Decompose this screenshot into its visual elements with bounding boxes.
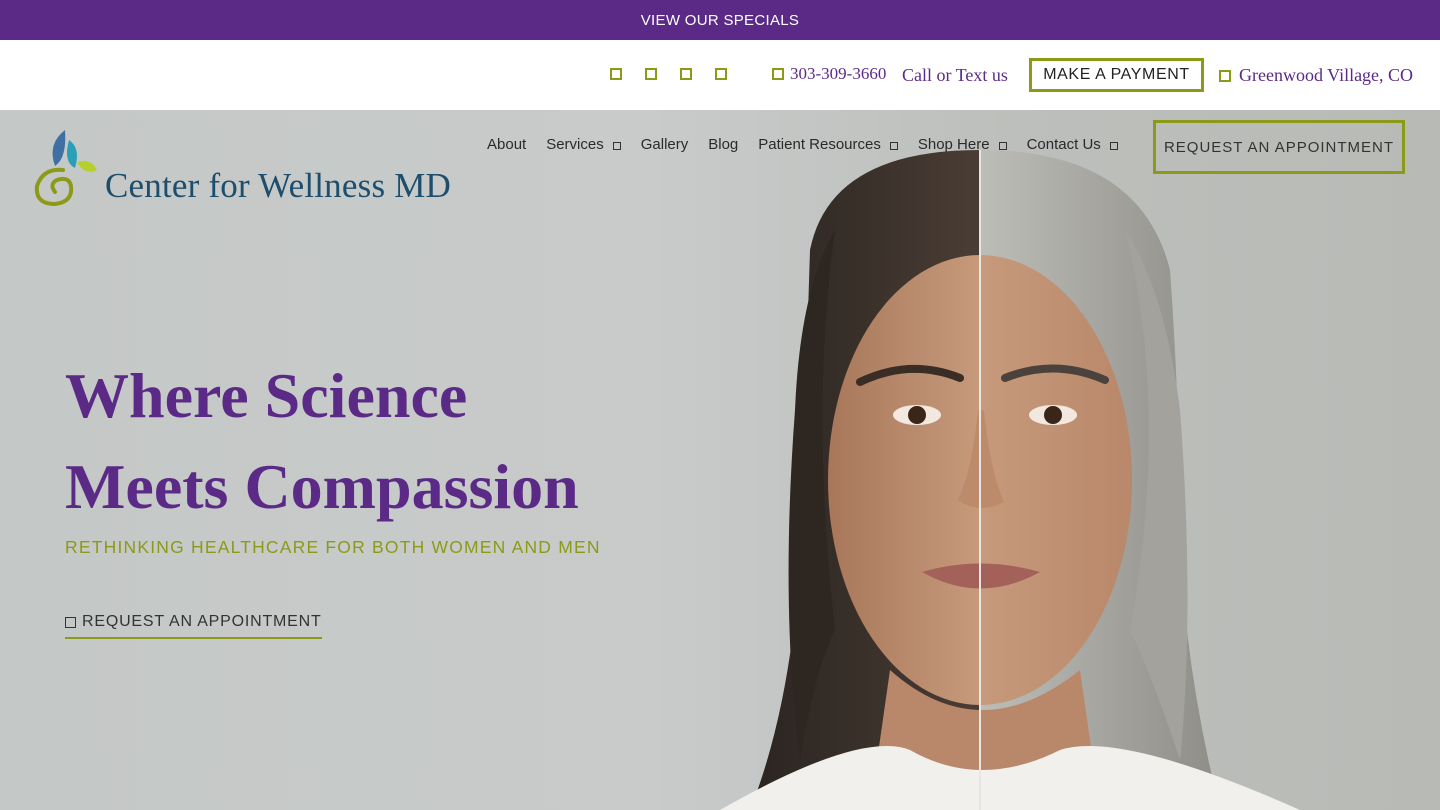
nav-item-gallery[interactable]: Gallery (641, 136, 689, 153)
nav-label: Services (546, 136, 604, 153)
nav-item-services[interactable]: Services (546, 136, 621, 153)
social-links (610, 68, 727, 80)
hero-heading: Where Science Meets Compassion (65, 350, 579, 532)
nav-item-blog[interactable]: Blog (708, 136, 738, 153)
dropdown-icon[interactable] (612, 142, 621, 150)
cta-label: REQUEST AN APPOINTMENT (82, 613, 322, 630)
request-appointment-button[interactable]: REQUEST AN APPOINTMENT (1153, 120, 1405, 174)
nav-label: Blog (708, 136, 739, 153)
utility-bar: 303-309-3660 Call or Text us MAKE A PAYM… (0, 40, 1440, 110)
main-nav: About Services Gallery Blog Patient Reso… (487, 136, 1138, 153)
leaf-swirl-logo-icon (34, 130, 97, 207)
phone-icon (772, 68, 784, 80)
location-label: Greenwood Village, CO (1239, 65, 1414, 85)
social-icon[interactable] (680, 68, 692, 80)
nav-item-patient-resources[interactable]: Patient Resources (758, 136, 898, 153)
social-icon[interactable] (610, 68, 622, 80)
nav-item-about[interactable]: About (487, 136, 526, 153)
location-link[interactable]: Greenwood Village, CO (1219, 65, 1413, 86)
call-or-text-label: Call or Text us (902, 65, 1008, 85)
hero-heading-line-2: Meets Compassion (65, 451, 579, 522)
map-pin-icon (1219, 69, 1231, 82)
calendar-icon (65, 616, 76, 628)
dropdown-icon[interactable] (998, 142, 1007, 150)
hero-request-appointment-link[interactable]: REQUEST AN APPOINTMENT (65, 613, 322, 639)
dropdown-icon[interactable] (1109, 142, 1118, 150)
nav-label: Gallery (640, 136, 689, 153)
nav-item-shop-here[interactable]: Shop Here (918, 136, 1007, 153)
nav-label: Shop Here (917, 136, 990, 153)
nav-item-contact-us[interactable]: Contact Us (1027, 136, 1118, 153)
hero-heading-line-1: Where Science (65, 360, 468, 431)
site-logo[interactable]: Center for Wellness MD (33, 122, 451, 208)
phone-link[interactable]: 303-309-3660 (772, 64, 886, 84)
nav-label: Patient Resources (758, 136, 881, 153)
social-icon[interactable] (715, 68, 727, 80)
promo-bar: VIEW OUR SPECIALS (0, 0, 1440, 40)
view-specials-link[interactable]: VIEW OUR SPECIALS (641, 12, 799, 29)
social-icon[interactable] (645, 68, 657, 80)
hero-tagline: RETHINKING HEALTHCARE FOR BOTH WOMEN AND… (65, 537, 601, 557)
logo-text: Center for Wellness MD (105, 166, 452, 205)
make-payment-button[interactable]: MAKE A PAYMENT (1029, 58, 1204, 92)
nav-label: About (487, 136, 527, 153)
dropdown-icon[interactable] (889, 142, 898, 150)
hero-portrait-image (720, 150, 1300, 810)
nav-label: Contact Us (1026, 136, 1101, 153)
phone-number: 303-309-3660 (790, 64, 887, 83)
